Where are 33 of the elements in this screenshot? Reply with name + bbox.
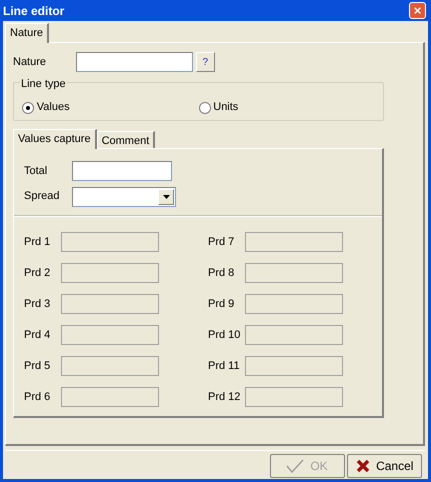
- field-label: Prd 5: [24, 358, 52, 374]
- field-label: Prd 11: [208, 358, 241, 374]
- field-label: Prd 12: [208, 390, 242, 405]
- field-label: Spread: [24, 189, 60, 204]
- field-label: Prd 7: [208, 234, 236, 250]
- field-label: Prd 2: [24, 266, 52, 281]
- close-button[interactable]: ×: [409, 2, 426, 19]
- radio-button[interactable]: [198, 102, 210, 114]
- tab[interactable]: Values capture: [13, 129, 97, 149]
- window-title: Line editor: [3, 2, 64, 20]
- field-label: Prd 3: [24, 296, 52, 312]
- radio-label[interactable]: Values: [36, 99, 70, 116]
- field-label: Prd 9: [208, 296, 236, 312]
- field-label: Prd 8: [208, 266, 236, 281]
- tab[interactable]: Comment: [96, 131, 156, 148]
- field-label: Nature: [13, 54, 48, 70]
- field-label: Prd 4: [24, 328, 52, 343]
- dropdown-arrow-icon: [162, 194, 170, 198]
- cancel-button[interactable]: Cancel: [347, 454, 422, 478]
- nature-field[interactable]: [76, 52, 193, 72]
- radio-label[interactable]: Units: [213, 99, 238, 116]
- radio-button[interactable]: [22, 102, 34, 114]
- spread-dropdown[interactable]: [72, 186, 176, 206]
- total-field[interactable]: [72, 161, 172, 181]
- help-button[interactable]: ?: [196, 52, 215, 72]
- field-label: Prd 1: [24, 234, 52, 250]
- field-label: Total: [24, 164, 48, 179]
- cancel-icon: [356, 458, 370, 473]
- group-label: Line type: [20, 76, 67, 92]
- tab[interactable]: Nature: [5, 23, 50, 43]
- check-icon: [286, 458, 304, 473]
- field-label: Prd 6: [24, 390, 52, 405]
- field-label: Prd 10: [208, 328, 242, 343]
